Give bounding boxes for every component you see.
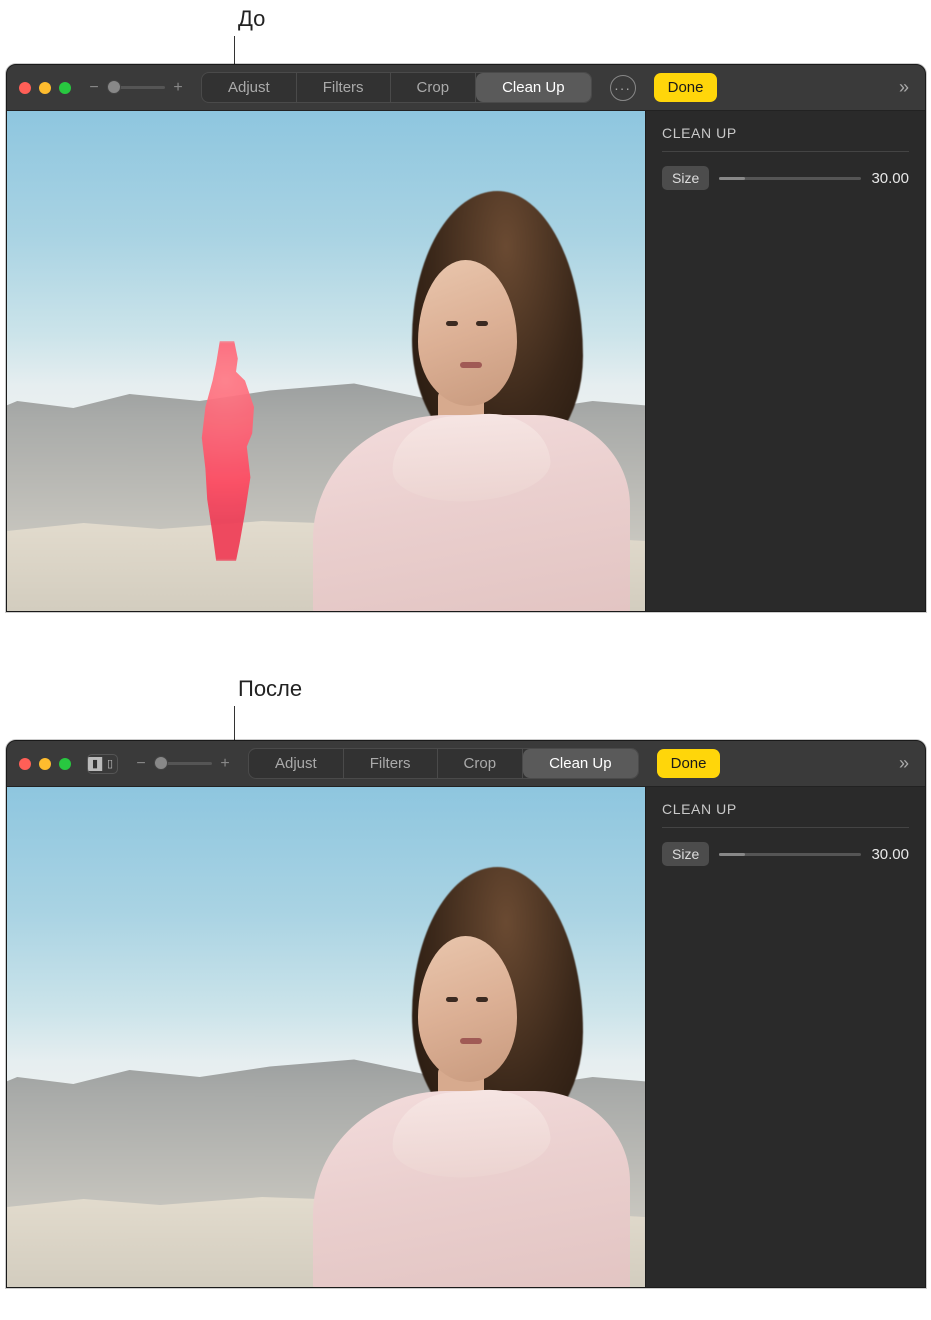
tab-adjust[interactable]: Adjust [202, 73, 297, 102]
overflow-icon[interactable]: » [895, 77, 913, 98]
photo-subject [293, 191, 623, 611]
overflow-icon[interactable]: » [895, 753, 913, 774]
done-button[interactable]: Done [654, 73, 718, 102]
more-options-icon[interactable]: ··· [610, 75, 636, 101]
size-slider[interactable] [719, 853, 861, 856]
tab-cleanup[interactable]: Clean Up [476, 73, 591, 102]
minimize-icon[interactable] [39, 82, 51, 94]
sidebar-title: CLEAN UP [662, 125, 909, 141]
photos-editor-window-after: ▮ ▯ − + Adjust Filters Crop Clean Up Don… [6, 740, 926, 1288]
divider [662, 151, 909, 152]
tab-adjust[interactable]: Adjust [249, 749, 344, 778]
size-slider[interactable] [719, 177, 861, 180]
edit-tabs: Adjust Filters Crop Clean Up [201, 72, 592, 103]
tab-filters[interactable]: Filters [344, 749, 438, 778]
tab-crop[interactable]: Crop [391, 73, 477, 102]
callout-before-label: До [238, 6, 265, 32]
zoom-in-icon[interactable]: + [171, 79, 185, 97]
titlebar: − + Adjust Filters Crop Clean Up ··· Don… [7, 65, 925, 111]
zoom-slider[interactable]: − + [134, 755, 232, 773]
size-label: Size [662, 842, 709, 866]
zoom-out-icon[interactable]: − [134, 755, 148, 773]
photos-editor-window-before: − + Adjust Filters Crop Clean Up ··· Don… [6, 64, 926, 612]
done-button[interactable]: Done [657, 749, 721, 778]
fullscreen-icon[interactable] [59, 82, 71, 94]
compare-edited-icon: ▯ [103, 757, 117, 771]
close-icon[interactable] [19, 82, 31, 94]
close-icon[interactable] [19, 758, 31, 770]
traffic-lights [19, 758, 71, 770]
edit-tabs: Adjust Filters Crop Clean Up [248, 748, 639, 779]
fullscreen-icon[interactable] [59, 758, 71, 770]
zoom-out-icon[interactable]: − [87, 79, 101, 97]
size-row: Size 30.00 [662, 842, 909, 866]
minimize-icon[interactable] [39, 758, 51, 770]
cleanup-sidebar: CLEAN UP Size 30.00 [645, 787, 925, 1287]
size-value: 30.00 [871, 170, 909, 187]
zoom-slider[interactable]: − + [87, 79, 185, 97]
cleanup-sidebar: CLEAN UP Size 30.00 [645, 111, 925, 611]
compare-toggle[interactable]: ▮ ▯ [87, 754, 118, 774]
divider [662, 827, 909, 828]
size-row: Size 30.00 [662, 166, 909, 190]
tab-cleanup[interactable]: Clean Up [523, 749, 638, 778]
size-value: 30.00 [871, 846, 909, 863]
sidebar-title: CLEAN UP [662, 801, 909, 817]
compare-original-icon: ▮ [88, 757, 102, 771]
tab-filters[interactable]: Filters [297, 73, 391, 102]
photo-canvas[interactable] [7, 111, 645, 611]
cleanup-selection-overlay [182, 341, 272, 561]
zoom-in-icon[interactable]: + [218, 755, 232, 773]
photo-subject [293, 867, 623, 1287]
size-label: Size [662, 166, 709, 190]
traffic-lights [19, 82, 71, 94]
tab-crop[interactable]: Crop [438, 749, 524, 778]
photo-canvas[interactable] [7, 787, 645, 1287]
titlebar: ▮ ▯ − + Adjust Filters Crop Clean Up Don… [7, 741, 925, 787]
callout-after-label: После [238, 676, 302, 702]
